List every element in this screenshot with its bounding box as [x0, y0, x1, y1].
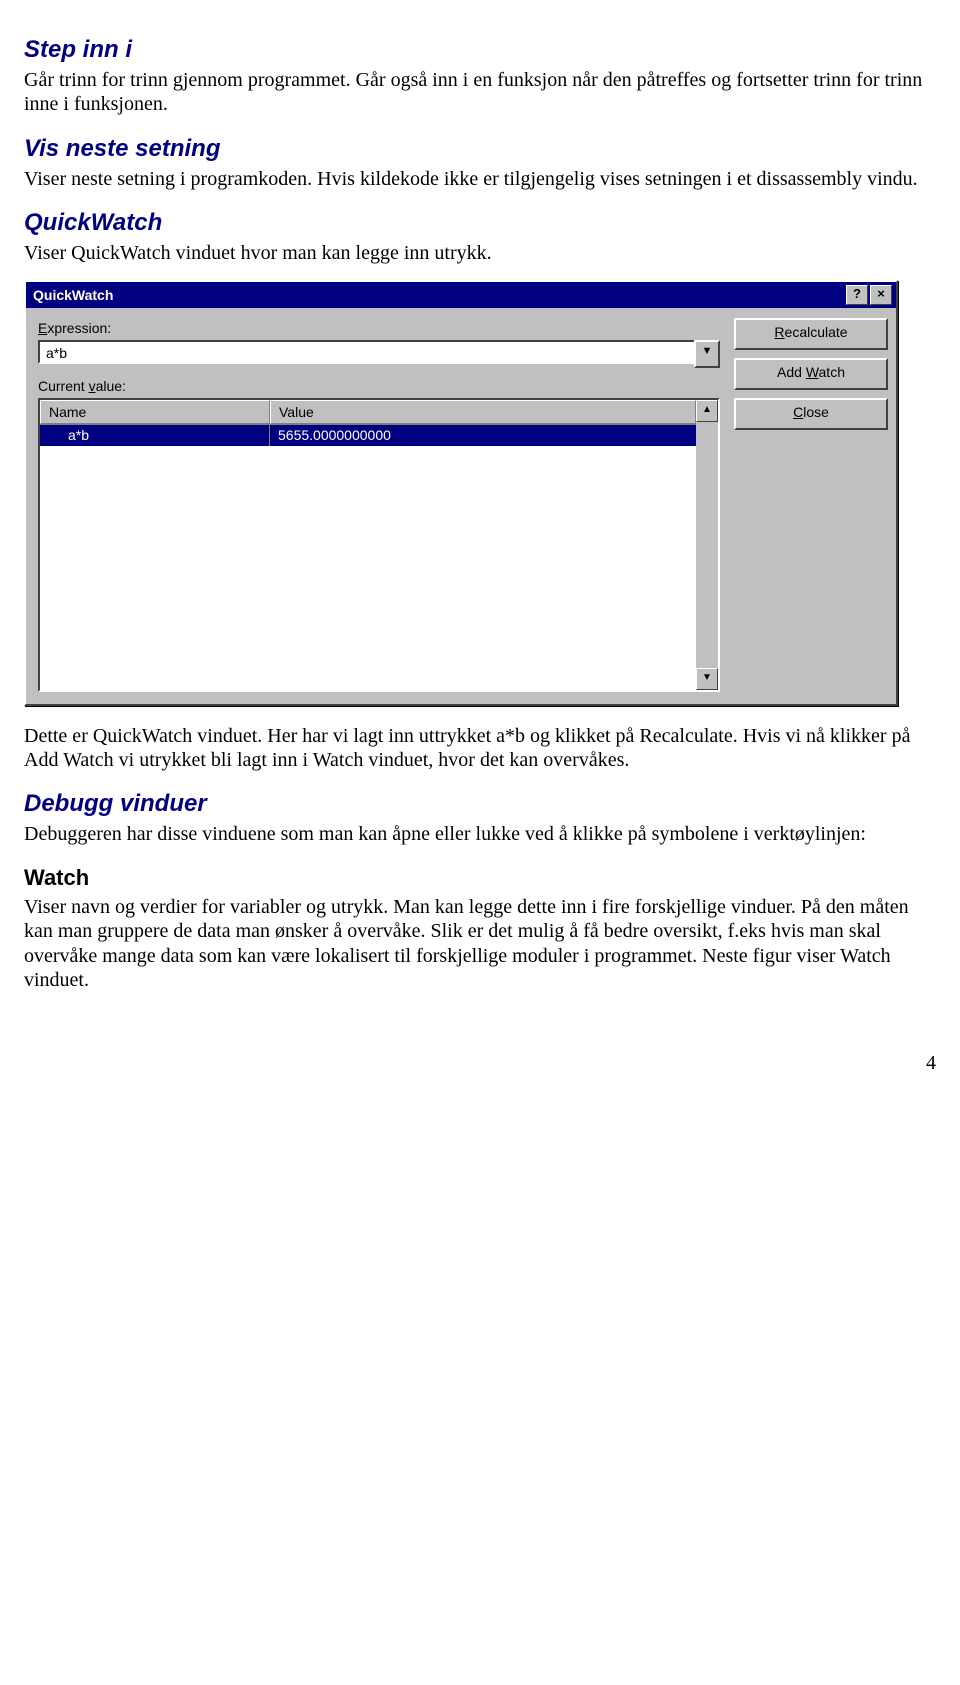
col-name[interactable]: Name — [40, 400, 270, 424]
scrollbar[interactable]: ▲ ▼ — [696, 398, 720, 692]
dialog-title: QuickWatch — [30, 287, 844, 303]
chevron-down-icon[interactable]: ▼ — [694, 340, 720, 368]
heading-debugg: Debugg vinduer — [24, 790, 936, 818]
expression-label: Expression: — [38, 320, 720, 336]
scroll-track[interactable] — [696, 422, 718, 668]
titlebar[interactable]: QuickWatch ? × — [26, 282, 896, 308]
close-button[interactable]: Close — [734, 398, 888, 430]
list-header: Name Value — [40, 400, 696, 425]
para-watch: Viser navn og verdier for variabler og u… — [24, 895, 936, 993]
cell-name: a*b — [40, 425, 270, 446]
para-vis-neste: Viser neste setning i programkoden. Hvis… — [24, 167, 936, 191]
para-step-inn: Går trinn for trinn gjennom programmet. … — [24, 68, 936, 117]
cell-value: 5655.0000000000 — [270, 425, 696, 446]
list-row[interactable]: a*b 5655.0000000000 — [40, 425, 696, 446]
page-number: 4 — [24, 1052, 936, 1075]
quickwatch-dialog: QuickWatch ? × Expression: a*b ▼ Current… — [24, 280, 898, 706]
heading-vis-neste: Vis neste setning — [24, 135, 936, 163]
heading-step-inn: Step inn i — [24, 36, 936, 64]
recalculate-button[interactable]: Recalculate — [734, 318, 888, 350]
col-value[interactable]: Value — [270, 400, 696, 424]
help-icon[interactable]: ? — [846, 285, 868, 305]
para-after-qw: Dette er QuickWatch vinduet. Her har vi … — [24, 724, 936, 773]
close-icon[interactable]: × — [870, 285, 892, 305]
para-debugg: Debuggeren har disse vinduene som man ka… — [24, 822, 936, 846]
current-value-label: Current value: — [38, 378, 720, 394]
heading-watch: Watch — [24, 865, 936, 891]
scroll-down-icon[interactable]: ▼ — [696, 668, 718, 690]
expression-input[interactable]: a*b — [38, 340, 694, 364]
expression-combo[interactable]: a*b ▼ — [38, 340, 720, 368]
heading-quickwatch: QuickWatch — [24, 209, 936, 237]
add-watch-button[interactable]: Add Watch — [734, 358, 888, 390]
value-list[interactable]: Name Value a*b 5655.0000000000 — [38, 398, 696, 692]
scroll-up-icon[interactable]: ▲ — [696, 400, 718, 422]
para-quickwatch: Viser QuickWatch vinduet hvor man kan le… — [24, 241, 936, 265]
